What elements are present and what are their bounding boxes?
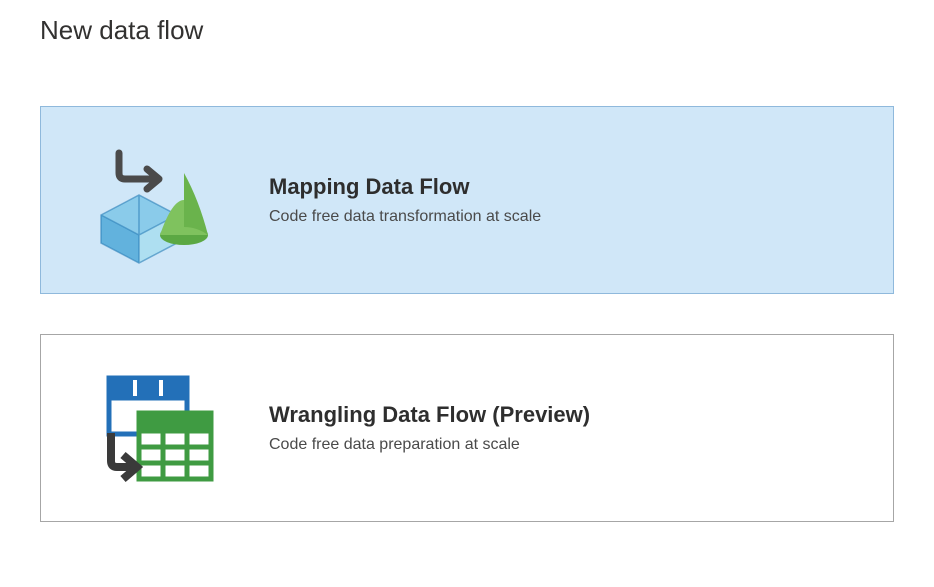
wrangling-data-flow-description: Code free data preparation at scale	[269, 436, 590, 454]
wrangling-data-flow-icon	[89, 363, 219, 493]
wrangling-data-flow-title: Wrangling Data Flow (Preview)	[269, 402, 590, 428]
mapping-data-flow-description: Code free data transformation at scale	[269, 208, 541, 226]
mapping-data-flow-title: Mapping Data Flow	[269, 174, 541, 200]
mapping-data-flow-option[interactable]: Mapping Data Flow Code free data transfo…	[40, 106, 894, 294]
page-title: New data flow	[40, 15, 894, 46]
wrangling-data-flow-option[interactable]: Wrangling Data Flow (Preview) Code free …	[40, 334, 894, 522]
data-flow-options: Mapping Data Flow Code free data transfo…	[40, 106, 894, 522]
mapping-data-flow-icon	[89, 135, 219, 265]
wrangling-data-flow-text: Wrangling Data Flow (Preview) Code free …	[269, 402, 590, 454]
mapping-data-flow-text: Mapping Data Flow Code free data transfo…	[269, 174, 541, 226]
